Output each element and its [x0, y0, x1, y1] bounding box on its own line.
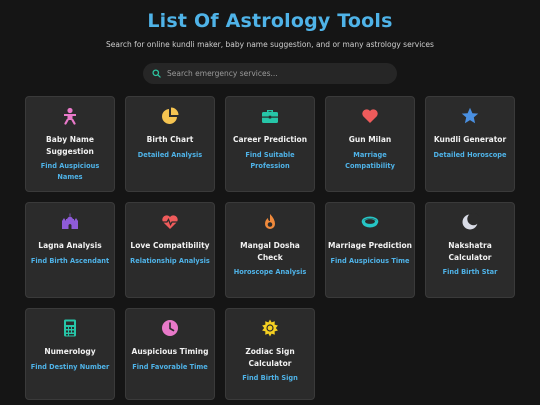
tool-link[interactable]: Relationship Analysis — [130, 256, 210, 267]
star-icon — [461, 107, 479, 125]
moon-icon — [461, 213, 479, 231]
tool-card-mangal-dosha[interactable]: Mangal Dosha Check Horoscope Analysis — [225, 202, 315, 298]
tool-title: Gun Milan — [348, 135, 392, 144]
tool-card-marriage-prediction[interactable]: Marriage Prediction Find Auspicious Time — [325, 202, 415, 298]
ring-icon — [361, 213, 379, 231]
tool-title: Lagna Analysis — [38, 241, 102, 250]
tool-title: Zodiac Sign Calculator — [245, 347, 295, 368]
tool-link[interactable]: Find Auspicious Names — [30, 161, 110, 183]
sun-icon — [261, 319, 279, 337]
tool-title: Auspicious Timing — [131, 347, 209, 356]
briefcase-icon — [261, 107, 279, 125]
tool-link[interactable]: Marriage Compatibility — [330, 150, 410, 172]
tool-link[interactable]: Find Birth Sign — [230, 373, 310, 384]
tool-link[interactable]: Find Auspicious Time — [330, 256, 410, 267]
tool-link[interactable]: Horoscope Analysis — [230, 267, 310, 278]
tool-card-nakshatra-calculator[interactable]: Nakshatra Calculator Find Birth Star — [425, 202, 515, 298]
tool-link[interactable]: Detailed Analysis — [130, 150, 210, 161]
tool-title: Baby Name Suggestion — [46, 135, 94, 156]
search-input[interactable] — [167, 69, 387, 78]
tool-title: Love Compatibility — [130, 241, 210, 250]
tool-title: Numerology — [44, 347, 96, 356]
pie-chart-icon — [161, 107, 179, 125]
heart-pulse-icon — [161, 213, 179, 231]
tool-card-lagna-analysis[interactable]: Lagna Analysis Find Birth Ascendant — [25, 202, 115, 298]
tool-link[interactable]: Find Favorable Time — [130, 362, 210, 373]
tool-title: Mangal Dosha Check — [240, 241, 300, 262]
tool-title: Birth Chart — [146, 135, 194, 144]
tool-card-baby-name[interactable]: Baby Name Suggestion Find Auspicious Nam… — [25, 96, 115, 192]
fire-icon — [261, 213, 279, 231]
tool-link[interactable]: Detailed Horoscope — [430, 150, 510, 161]
tool-card-career-prediction[interactable]: Career Prediction Find Suitable Professi… — [225, 96, 315, 192]
tool-card-kundli-generator[interactable]: Kundli Generator Detailed Horoscope — [425, 96, 515, 192]
tool-card-birth-chart[interactable]: Birth Chart Detailed Analysis — [125, 96, 215, 192]
tool-link[interactable]: Find Birth Ascendant — [30, 256, 110, 267]
tool-card-numerology[interactable]: Numerology Find Destiny Number — [25, 308, 115, 400]
tool-card-auspicious-timing[interactable]: Auspicious Timing Find Favorable Time — [125, 308, 215, 400]
clock-icon — [161, 319, 179, 337]
tool-card-gun-milan[interactable]: Gun Milan Marriage Compatibility — [325, 96, 415, 192]
tool-title: Nakshatra Calculator — [448, 241, 492, 262]
page-subtitle: Search for online kundli maker, baby nam… — [106, 40, 434, 49]
tool-card-love-compatibility[interactable]: Love Compatibility Relationship Analysis — [125, 202, 215, 298]
page-title: List Of Astrology Tools — [147, 10, 393, 32]
tool-link[interactable]: Find Suitable Profession — [230, 150, 310, 172]
temple-icon — [61, 213, 79, 231]
tool-title: Career Prediction — [232, 135, 308, 144]
tool-link[interactable]: Find Birth Star — [430, 267, 510, 278]
search-bar[interactable] — [143, 63, 397, 84]
heart-icon — [361, 107, 379, 125]
search-icon — [152, 69, 161, 78]
tool-title: Marriage Prediction — [328, 241, 412, 250]
tools-grid: Baby Name Suggestion Find Auspicious Nam… — [25, 96, 515, 400]
tool-link[interactable]: Find Destiny Number — [30, 362, 110, 373]
tool-card-zodiac-sign[interactable]: Zodiac Sign Calculator Find Birth Sign — [225, 308, 315, 400]
calculator-icon — [61, 319, 79, 337]
tool-title: Kundli Generator — [433, 135, 507, 144]
baby-icon — [61, 107, 79, 125]
